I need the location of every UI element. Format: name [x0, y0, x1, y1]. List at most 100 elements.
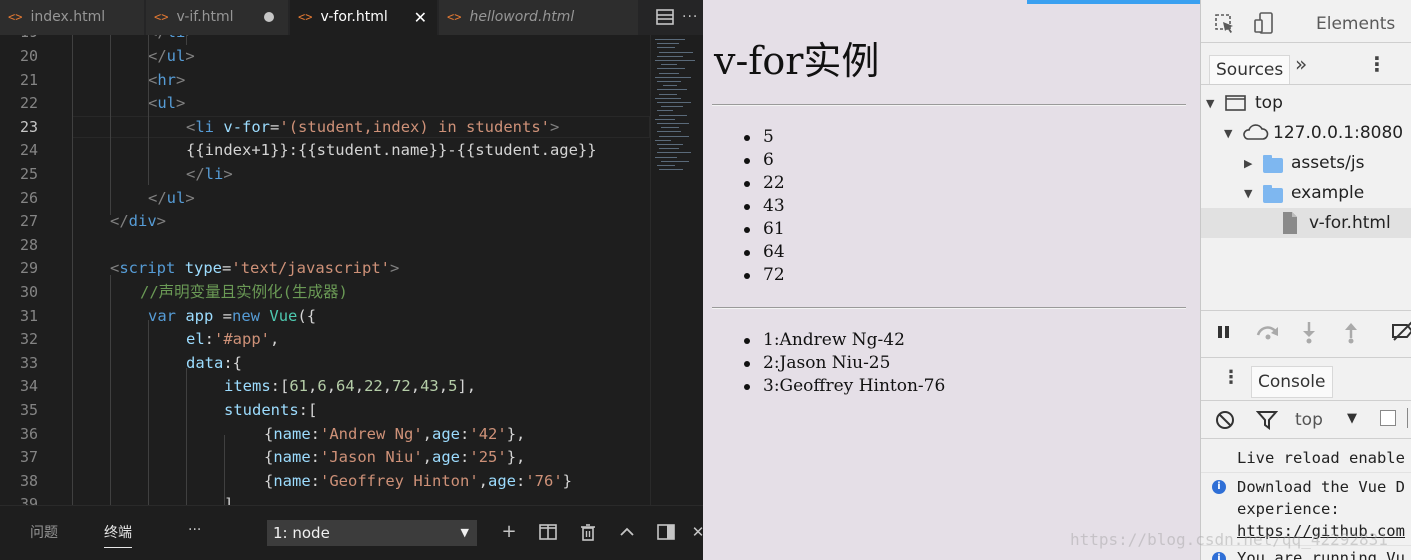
code-text: var app =new Vue({: [148, 306, 317, 325]
tab-index-html[interactable]: <> index.html: [0, 0, 145, 35]
code-line[interactable]: 19 </li>: [0, 35, 650, 45]
minimap-line: [659, 51, 693, 53]
code-line[interactable]: 22 <ul>: [0, 92, 650, 116]
folder-icon: [1263, 185, 1283, 203]
code-line[interactable]: 29 <script type='text/javascript'>: [0, 257, 650, 281]
clear-console-icon[interactable]: [1215, 410, 1235, 430]
code-line[interactable]: 33 data:{: [0, 352, 650, 376]
tab-v-if-html[interactable]: <> v-if.html: [146, 0, 289, 35]
frame-window-icon: [1225, 95, 1246, 111]
list-item: 61: [744, 219, 785, 239]
split-terminal-icon[interactable]: [538, 522, 558, 542]
file-icon: [1283, 212, 1297, 234]
tree-item-v-for-html[interactable]: v-for.html: [1309, 213, 1391, 233]
step-out-icon[interactable]: [1342, 320, 1360, 344]
close-icon[interactable]: ✕: [414, 0, 427, 35]
students-list: 1:Andrew Ng-42 2:Jason Niu-25 3:Geoffrey H…: [743, 329, 945, 398]
terminal-select[interactable]: 1: node ▼: [267, 520, 477, 546]
unsaved-dot-icon[interactable]: [264, 12, 274, 22]
panel-more-icon[interactable]: ···: [188, 522, 201, 538]
console-message: experience:: [1237, 500, 1340, 518]
code-line[interactable]: 32 el:'#app',: [0, 328, 650, 352]
context-select[interactable]: top: [1295, 410, 1323, 430]
code-line[interactable]: 23 <li v-for='(student,index) in students…: [0, 115, 650, 140]
horizontal-rule: [712, 307, 1186, 309]
more-tabs-icon[interactable]: »: [1295, 52, 1307, 76]
code-line[interactable]: 31 var app =new Vue({: [0, 305, 650, 329]
code-text: {{index+1}}:{{student.name}}-{{student.a…: [186, 141, 597, 160]
expanded-triangle-icon[interactable]: ▼: [1206, 97, 1214, 110]
code-line[interactable]: 39]: [0, 493, 650, 505]
code-line[interactable]: 38 {name:'Geoffrey Hinton',age:'76'}: [0, 470, 650, 494]
tree-item-top[interactable]: top: [1255, 93, 1283, 113]
code-line[interactable]: 25 </li>: [0, 163, 650, 187]
expanded-triangle-icon[interactable]: ▼: [1224, 127, 1232, 140]
tab-helloword-html[interactable]: <> helloword.html: [439, 0, 639, 35]
tree-item-host[interactable]: 127.0.0.1:8080: [1273, 123, 1403, 143]
code-area[interactable]: 19 </li> 20 </ul> 21 <hr> 22 <ul> 23 <li v-for='(…: [0, 35, 650, 505]
tree-item-example[interactable]: example: [1291, 183, 1364, 203]
console-message: Live reload enable: [1237, 449, 1405, 467]
indent-guide: [72, 35, 73, 505]
split-editor-icon[interactable]: [656, 8, 674, 26]
line-number: 26: [19, 188, 38, 207]
minimap-line: [657, 47, 675, 49]
tab-v-for-html[interactable]: <> v-for.html ✕: [290, 0, 438, 35]
chevron-up-icon[interactable]: [617, 522, 637, 542]
code-line[interactable]: 36 {name:'Andrew Ng',age:'42'},: [0, 423, 650, 447]
line-number: 32: [19, 330, 38, 349]
code-line[interactable]: 20 </ul>: [0, 45, 650, 69]
tree-item-assets-js[interactable]: assets/js: [1291, 153, 1364, 173]
code-text: data:{: [186, 353, 242, 372]
list-item: 1:Andrew Ng-42: [743, 329, 945, 352]
close-panel-icon[interactable]: ✕: [688, 522, 703, 542]
step-into-icon[interactable]: [1300, 320, 1318, 344]
filter-icon[interactable]: [1256, 410, 1278, 430]
terminal-select-value: 1: node: [273, 524, 330, 542]
kebab-menu-icon[interactable]: ⋮: [1367, 52, 1387, 76]
line-number: 30: [19, 283, 38, 301]
page-title: v-for实例: [714, 39, 880, 83]
code-line[interactable]: 37 {name:'Jason Niu',age:'25'},: [0, 446, 650, 470]
chevron-down-icon[interactable]: ▼: [1347, 411, 1357, 426]
collapsed-triangle-icon[interactable]: ▶: [1244, 157, 1252, 170]
indent-guide: [148, 35, 149, 185]
code-line[interactable]: 34 items:[61,6,64,22,72,43,5],: [0, 375, 650, 399]
page-load-progress: [1027, 0, 1200, 4]
minimap-line: [657, 102, 691, 103]
info-icon: i: [1212, 480, 1226, 494]
code-line[interactable]: 35 students:[: [0, 399, 650, 423]
tab-sources[interactable]: Sources: [1209, 55, 1291, 85]
pause-icon[interactable]: [1215, 323, 1233, 341]
add-terminal-icon[interactable]: +: [499, 522, 519, 542]
minimap[interactable]: [650, 35, 703, 505]
minimap-line: [657, 89, 687, 91]
tab-console[interactable]: Console: [1251, 366, 1333, 398]
minimap-line: [657, 68, 685, 70]
tab-terminal[interactable]: 终端: [104, 522, 132, 548]
code-line[interactable]: 26 </ul>: [0, 187, 650, 211]
minimap-line: [663, 85, 677, 87]
info-icon: i: [1212, 552, 1226, 560]
toggle-panel-layout-icon[interactable]: [656, 522, 676, 542]
deactivate-breakpoints-icon[interactable]: [1391, 320, 1411, 342]
more-actions-icon[interactable]: ···: [682, 0, 698, 35]
preserve-log-checkbox[interactable]: [1380, 410, 1396, 426]
code-line[interactable]: 24 {{index+1}}:{{student.name}}-{{student…: [0, 139, 650, 163]
code-line[interactable]: 21 <hr>: [0, 69, 650, 93]
code-line[interactable]: 28: [0, 234, 650, 258]
tab-problems[interactable]: 问题: [30, 522, 58, 542]
tab-elements[interactable]: Elements: [1316, 14, 1395, 34]
code-line[interactable]: 30 //声明变量且实例化(生成器): [0, 281, 650, 305]
code-line[interactable]: 27 </div>: [0, 210, 650, 234]
device-toolbar-icon[interactable]: [1253, 11, 1275, 35]
minimap-line: [661, 106, 683, 108]
trash-icon[interactable]: [578, 522, 598, 542]
list-item: 72: [744, 265, 785, 285]
inspect-element-icon[interactable]: [1214, 13, 1236, 35]
minimap-line: [659, 93, 677, 95]
drawer-menu-icon[interactable]: ⋮: [1222, 367, 1240, 388]
expanded-triangle-icon[interactable]: ▼: [1244, 187, 1252, 200]
cloud-icon: [1243, 124, 1269, 140]
step-over-icon[interactable]: [1255, 321, 1281, 341]
